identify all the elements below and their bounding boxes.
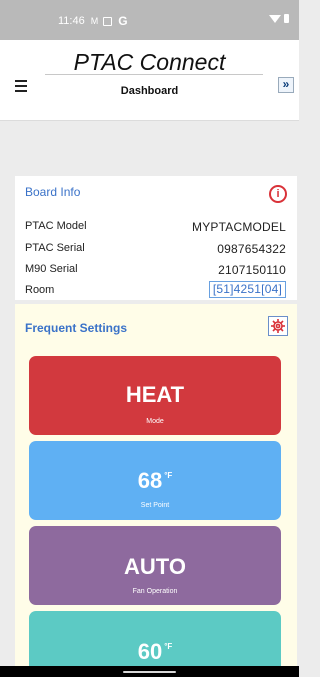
temperature-unit: °F (164, 642, 173, 651)
info-value: MYPTACMODEL (192, 220, 286, 234)
set-point-unit: °F (164, 471, 173, 480)
page-title: Dashboard (120, 85, 179, 97)
info-row-room: Room [51]4251[04] (25, 281, 286, 299)
mode-label: Mode (146, 418, 164, 425)
board-info-card: Board Info i PTAC Model MYPTACMODEL PTAC… (15, 176, 297, 300)
set-point-label: Set Point (140, 502, 170, 509)
room-value[interactable]: [51]4251[04] (208, 281, 286, 298)
info-label: PTAC Model (25, 220, 87, 232)
mail-icon: M (90, 16, 98, 26)
frequent-settings-title: Frequent Settings (25, 321, 128, 335)
info-icon[interactable]: i (269, 185, 287, 203)
app-header: PTAC Connect Dashboard » (0, 40, 299, 121)
wifi-icon (269, 15, 281, 23)
info-value: 2107150110 (218, 263, 286, 277)
chevron-double-right-icon: » (282, 77, 290, 91)
info-row-m90-serial: M90 Serial 2107150110 (25, 263, 286, 278)
info-label: M90 Serial (25, 263, 78, 275)
info-row-ptac-serial: PTAC Serial 0987654322 (25, 242, 286, 257)
gear-icon (271, 319, 285, 333)
app-title: PTAC Connect (73, 49, 226, 75)
fan-operation-tile[interactable]: AUTO Fan Operation (29, 526, 281, 605)
set-point-value: 68 (137, 468, 163, 493)
mode-tile[interactable]: HEAT Mode (29, 356, 281, 435)
fan-operation-value: AUTO (124, 554, 186, 579)
info-label: PTAC Serial (25, 242, 85, 254)
fan-operation-label: Fan Operation (132, 588, 178, 595)
info-row-ptac-model: PTAC Model MYPTACMODEL (25, 220, 286, 235)
set-point-value-wrap: 68 °F (29, 468, 281, 494)
board-info-title: Board Info (25, 185, 81, 199)
info-label: Room (25, 284, 55, 296)
set-point-tile[interactable]: 68 °F Set Point (29, 441, 281, 520)
status-time: 11:46 (58, 15, 85, 27)
header-divider (45, 74, 263, 75)
temperature-value: 60 (137, 639, 163, 664)
status-bar: 11:46 M G (0, 0, 299, 40)
google-icon: G (118, 14, 128, 28)
battery-icon (284, 13, 289, 23)
status-right (269, 13, 289, 23)
settings-button[interactable] (268, 316, 288, 336)
frequent-settings-card: Frequent Settings HEAT Mode 68 °F Set Poi… (15, 304, 297, 677)
status-left: 11:46 M G (58, 14, 128, 28)
notification-icon (103, 16, 113, 26)
next-page-button[interactable]: » (278, 77, 294, 93)
home-gesture-handle[interactable] (123, 671, 176, 673)
temperature-value-wrap: 60 °F (29, 639, 281, 665)
mode-value: HEAT (125, 382, 185, 407)
info-value: 0987654322 (217, 242, 286, 256)
